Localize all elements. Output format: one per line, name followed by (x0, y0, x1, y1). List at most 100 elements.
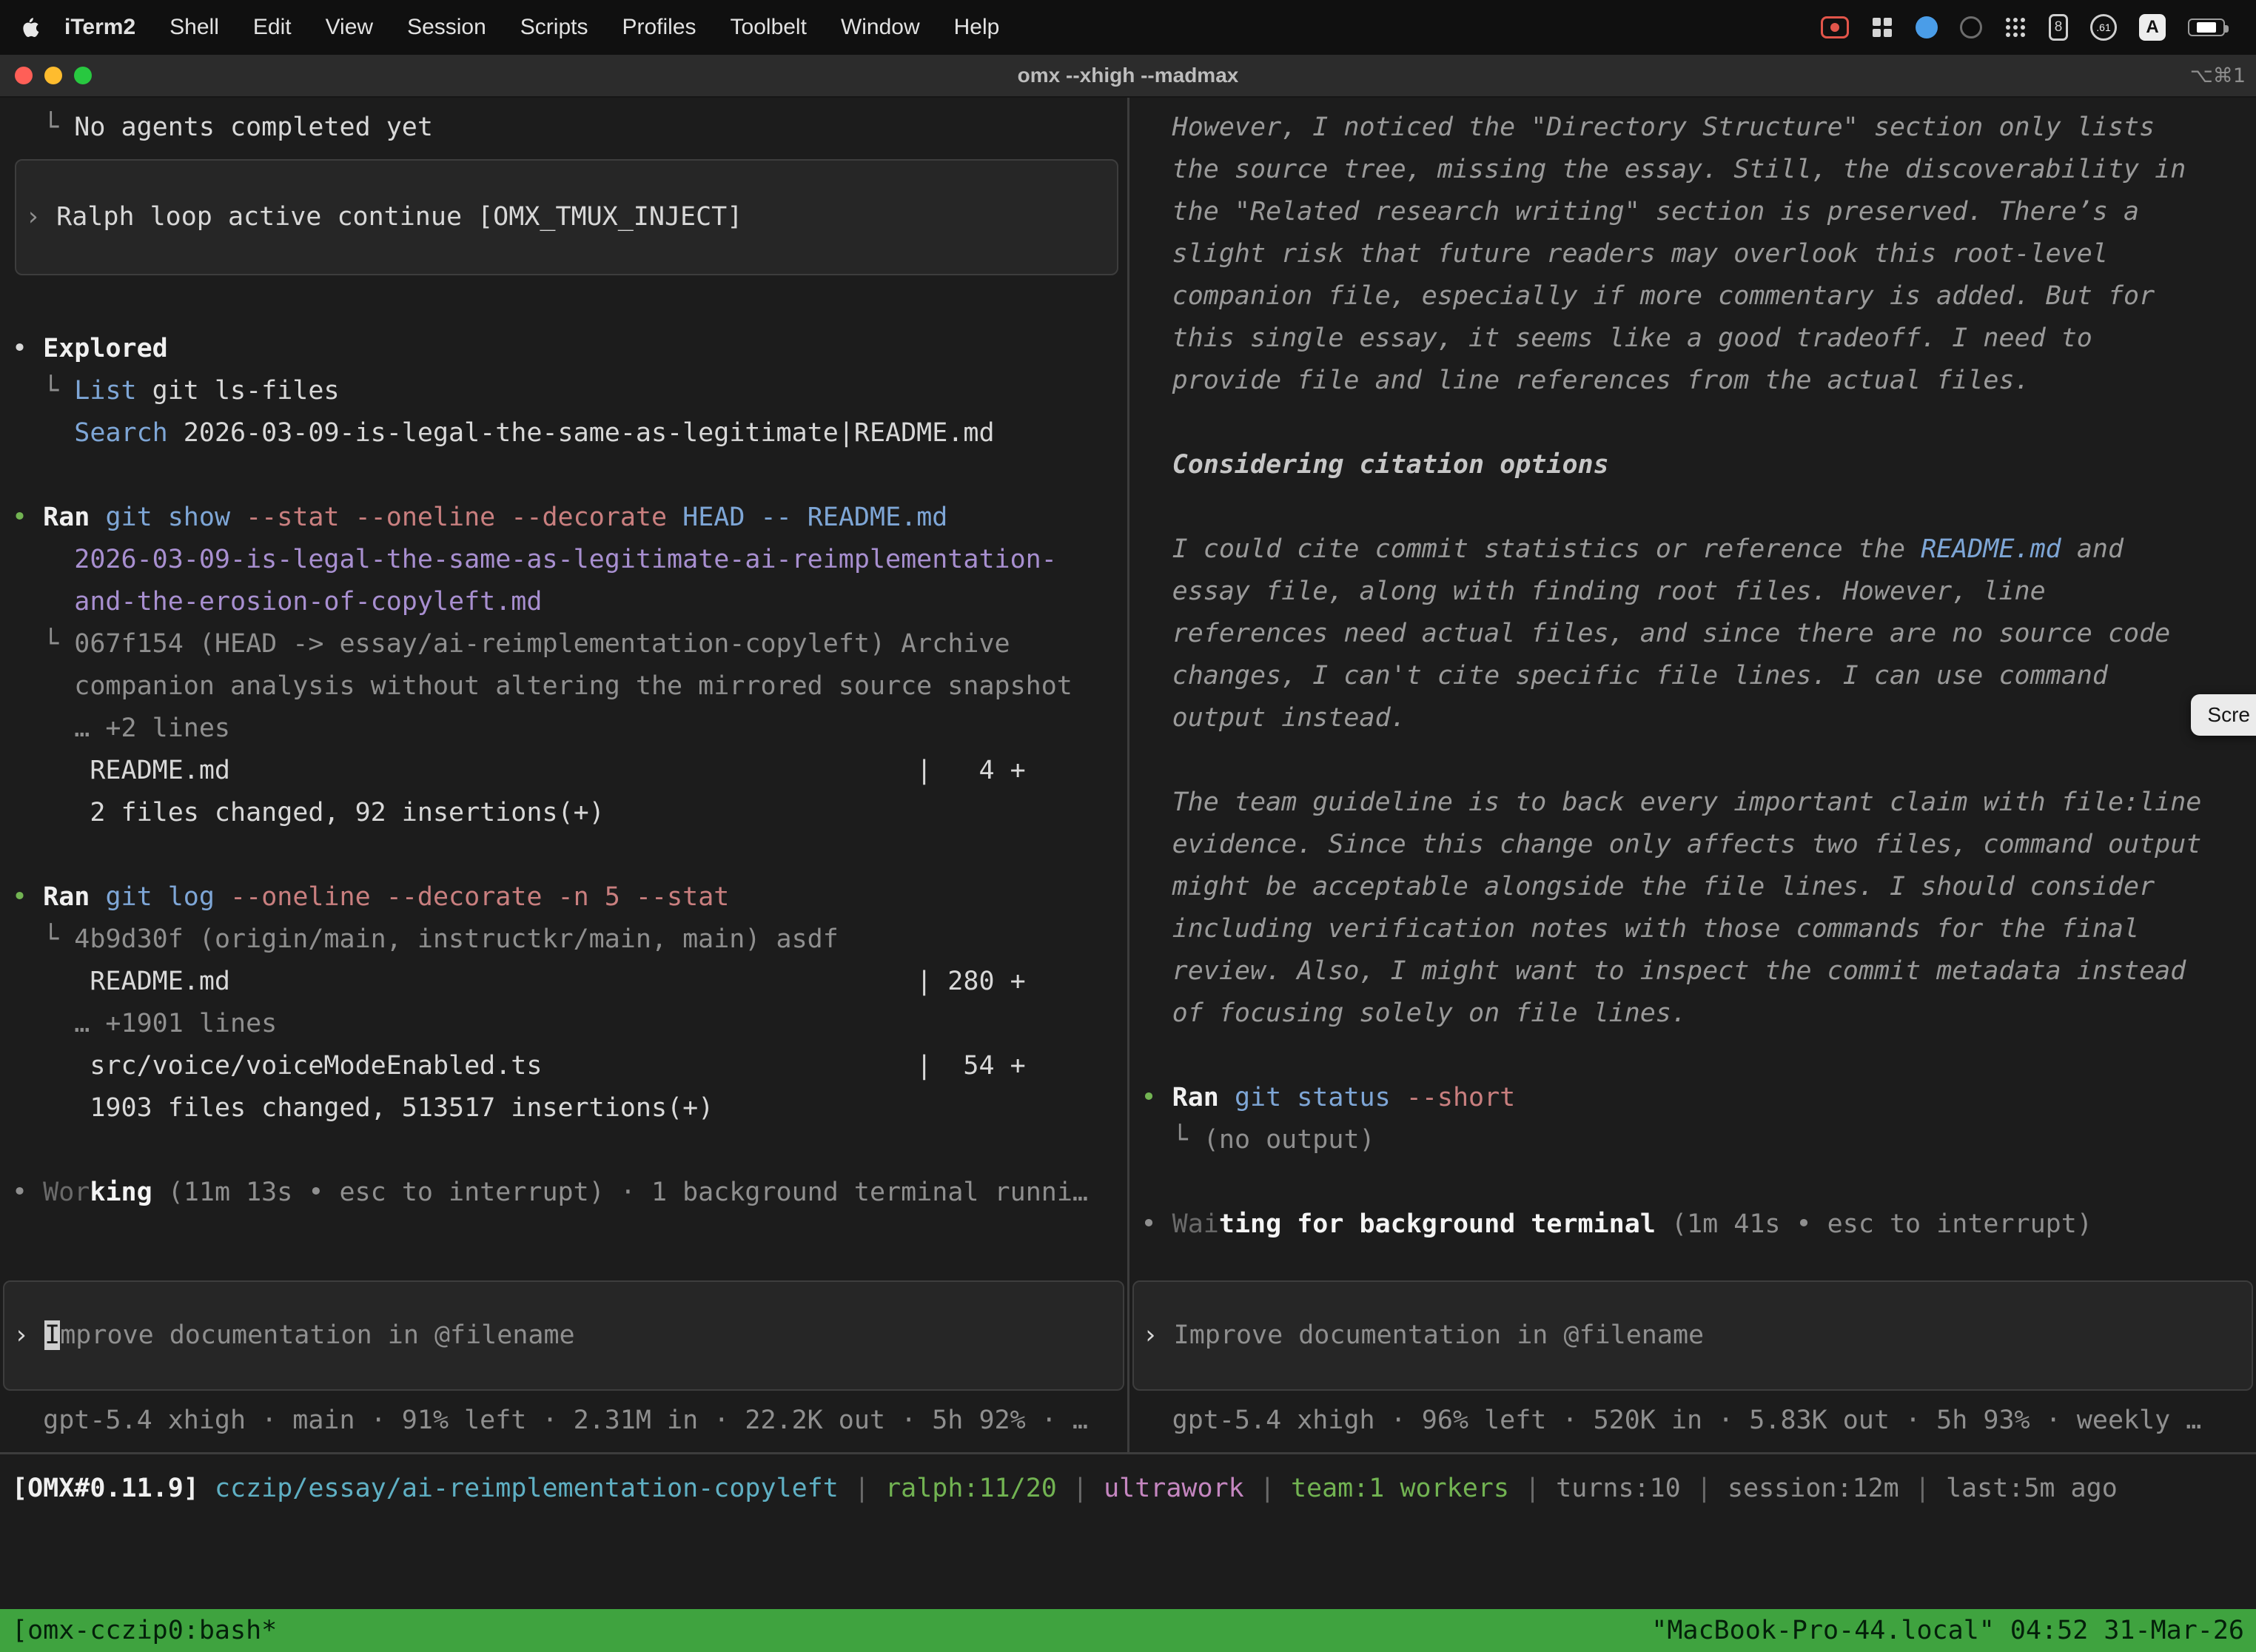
text-segment: | (1509, 1474, 1556, 1503)
text-segment: src/voice/voiceModeEnabled.ts | 54 + (12, 1051, 1026, 1081)
disc-icon[interactable] (1960, 16, 1982, 38)
text-segment: Ran (1172, 1083, 1219, 1112)
screen-recording-icon[interactable] (1821, 16, 1849, 38)
terminal-line: review. Also, I might want to inspect th… (1141, 950, 2251, 993)
menu-scripts[interactable]: Scripts (503, 15, 605, 40)
text-segment: • (12, 503, 43, 532)
right-prompt-input[interactable]: › Improve documentation in @filename (1132, 1280, 2254, 1391)
terminal-line: companion file, especially if more comme… (1141, 275, 2251, 318)
battery-icon[interactable] (2188, 19, 2225, 36)
right-model-status-line: gpt-5.4 xhigh · 96% left · 520K in · 5.8… (1129, 1400, 2256, 1442)
text-segment: of focusing solely on file lines. (1141, 998, 1688, 1028)
text-segment: (11m 13s • esc to interrupt) · 1 backgro… (152, 1178, 1088, 1207)
text-segment: 067f154 (HEAD -> essay/ai-reimplementati… (74, 629, 1010, 659)
text-segment: | (1244, 1474, 1291, 1503)
menu-edit[interactable]: Edit (236, 15, 309, 40)
text-segment: --oneline --decorate -n 5 --stat (230, 882, 729, 912)
menu-window[interactable]: Window (824, 15, 937, 40)
terminal-line: output instead. (1141, 697, 2251, 739)
text-segment: turns:10 (1556, 1474, 1681, 1503)
menu-view[interactable]: View (309, 15, 390, 40)
terminal-line: • Ran git log --oneline --decorate -n 5 … (12, 876, 1121, 919)
menu-session[interactable]: Session (390, 15, 503, 40)
menu-toolbelt[interactable]: Toolbelt (714, 15, 824, 40)
keypad-8-icon[interactable]: 8 (2049, 14, 2068, 41)
text-segment: --short (1406, 1083, 1516, 1112)
right-terminal-pane[interactable]: However, I noticed the "Directory Struct… (1129, 98, 2256, 1452)
omx-status-bar: [OMX#0.11.9] cczip/essay/ai-reimplementa… (0, 1454, 2256, 1510)
left-model-status-line: gpt-5.4 xhigh · main · 91% left · 2.31M … (0, 1400, 1127, 1442)
screen-edge-tooltip[interactable]: Scre (2191, 694, 2256, 736)
empty-area (0, 1510, 2256, 1609)
terminal-line: └ No agents completed yet (12, 107, 1121, 149)
text-segment: └ (12, 629, 74, 659)
close-button[interactable] (15, 67, 33, 84)
text-segment: Ralph loop active continue [OMX_TMUX_INJ… (56, 202, 742, 232)
terminal-line: 1903 files changed, 513517 insertions(+) (12, 1087, 1121, 1129)
terminal-line: The team guideline is to back every impo… (1141, 782, 2251, 824)
left-prompt-input[interactable]: › Improve documentation in @filename (3, 1280, 1124, 1391)
dots-grid-icon[interactable] (2004, 16, 2027, 38)
terminal-line: └ List git ls-files (12, 370, 1121, 412)
blank-line (12, 286, 1121, 328)
terminal-line: and-the-erosion-of-copyleft.md (12, 581, 1121, 623)
text-segment: git show (105, 503, 230, 532)
text-segment: companion file, especially if more comme… (1141, 281, 2155, 311)
menu-help[interactable]: Help (937, 15, 1017, 40)
terminal-line: • Ran git status --short (1141, 1077, 2251, 1119)
minimize-button[interactable] (44, 67, 62, 84)
blue-app-icon[interactable] (1916, 16, 1938, 38)
grid-icon[interactable] (1871, 16, 1893, 38)
terminal-line: Considering citation options (1141, 444, 2251, 486)
text-segment: 2026-03-09-is-legal-the-same-as-legitima… (12, 545, 1057, 574)
window-title-bar[interactable]: omx --xhigh --madmax ⌥⌘1 (0, 55, 2256, 98)
apple-menu-icon[interactable] (21, 16, 40, 38)
traffic-lights (0, 67, 92, 84)
terminal-line: └ 067f154 (HEAD -> essay/ai-reimplementa… (12, 623, 1121, 665)
text-segment (1219, 1083, 1235, 1112)
text-segment: README.md (1921, 534, 2061, 564)
text-segment: | (1057, 1474, 1104, 1503)
text-segment: I could cite commit statistics or refere… (1141, 534, 1921, 564)
terminal-line: slight risk that future readers may over… (1141, 233, 2251, 275)
input-source-icon[interactable]: A (2139, 14, 2166, 41)
left-terminal-pane[interactable]: └ No agents completed yet › Ralph loop ac… (0, 98, 1127, 1452)
text-segment: Search (74, 418, 167, 448)
text-segment: Ran (43, 882, 90, 912)
text-segment: • (12, 1178, 43, 1207)
text-segment: session:12m (1728, 1474, 1899, 1503)
terminal-line: of focusing solely on file lines. (1141, 993, 2251, 1035)
zoom-button[interactable] (74, 67, 92, 84)
text-segment: gpt-5.4 xhigh · 96% left · 520K in · 5.8… (1141, 1406, 2202, 1435)
menu-iterm2[interactable]: iTerm2 (47, 15, 152, 40)
text-segment: and (2061, 534, 2124, 564)
terminal-line: README.md | 4 + (12, 750, 1121, 792)
menu-profiles[interactable]: Profiles (605, 15, 713, 40)
gauge-61-icon[interactable]: .61 (2090, 14, 2117, 41)
text-segment: README.md | 280 + (12, 967, 1026, 996)
text-segment: › (1143, 1320, 1174, 1350)
text-segment: … +1901 lines (12, 1009, 277, 1038)
tmux-session-window[interactable]: [omx-cczip0:bash* (12, 1616, 277, 1645)
text-segment: › (13, 1320, 44, 1350)
window-shortcut-badge: ⌥⌘1 (2190, 64, 2246, 87)
blank-line (1141, 402, 2251, 444)
blank-line (1141, 1035, 2251, 1077)
terminal-window: └ No agents completed yet › Ralph loop ac… (0, 98, 2256, 1652)
text-segment: | (1681, 1474, 1728, 1503)
text-segment: • (1141, 1209, 1172, 1239)
right-pane-bottom: › Improve documentation in @filename gpt… (1129, 1267, 2256, 1452)
menu-shell[interactable]: Shell (152, 15, 236, 40)
text-segment: Ran (43, 503, 90, 532)
window-title: omx --xhigh --madmax (0, 64, 2256, 87)
text-segment: Wor (43, 1178, 90, 1207)
blank-line (12, 1129, 1121, 1172)
terminal-line: this single essay, it seems like a good … (1141, 318, 2251, 360)
text-segment: However, I noticed the "Directory Struct… (1141, 113, 2155, 142)
terminal-line: might be acceptable alongside the file l… (1141, 866, 2251, 908)
text-segment: Improve documentation in @filename (1174, 1320, 1704, 1350)
text-segment: ralph:11/20 (885, 1474, 1057, 1503)
text-segment: └ (12, 376, 74, 406)
terminal-line: 2026-03-09-is-legal-the-same-as-legitima… (12, 539, 1121, 581)
terminal-line: the "Related research writing" section i… (1141, 191, 2251, 233)
